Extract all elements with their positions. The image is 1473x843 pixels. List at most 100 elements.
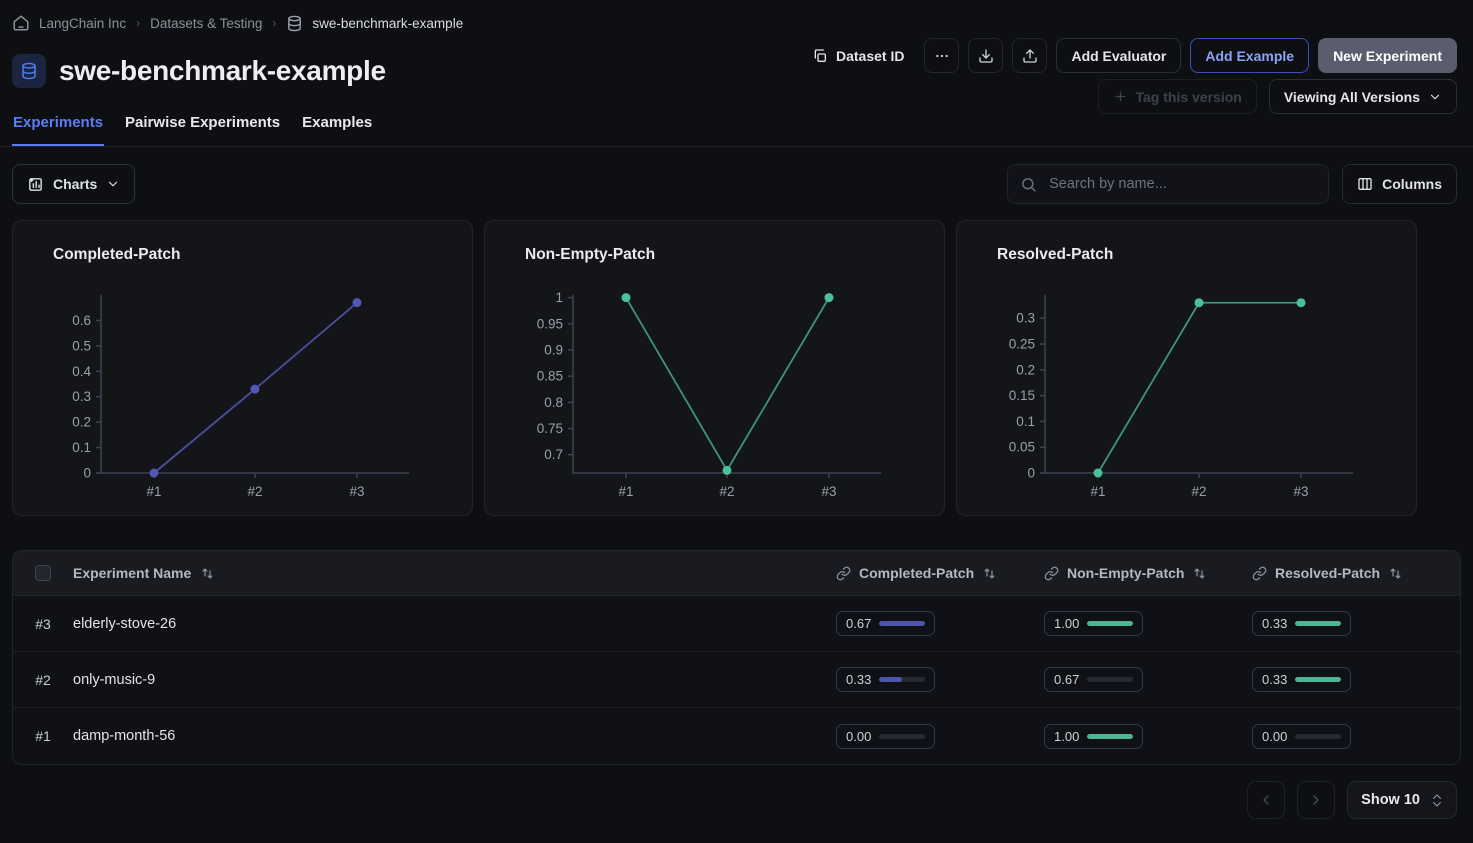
page-size-select[interactable]: Show 10 bbox=[1347, 781, 1457, 819]
download-button[interactable] bbox=[968, 38, 1003, 73]
sort-icon[interactable] bbox=[1192, 566, 1207, 581]
sort-icon[interactable] bbox=[200, 566, 215, 581]
metric-bar bbox=[1295, 677, 1341, 682]
data-point[interactable] bbox=[1195, 298, 1204, 307]
chart-plot: 00.050.10.150.20.250.3#1#2#3 bbox=[957, 221, 1416, 515]
metric-pill[interactable]: 0.67 bbox=[1044, 667, 1143, 692]
data-point[interactable] bbox=[353, 298, 362, 307]
svg-text:0.8: 0.8 bbox=[544, 395, 563, 410]
metric-value: 0.33 bbox=[846, 672, 871, 687]
column-non-empty-patch[interactable]: Non-Empty-Patch bbox=[1044, 565, 1252, 581]
metric-pill[interactable]: 0.00 bbox=[836, 724, 935, 749]
column-resolved-patch[interactable]: Resolved-Patch bbox=[1252, 565, 1460, 581]
table-row[interactable]: #2only-music-90.330.670.33 bbox=[13, 652, 1460, 708]
metric-value: 1.00 bbox=[1054, 616, 1079, 631]
svg-text:0.2: 0.2 bbox=[72, 415, 91, 430]
metric-bar bbox=[879, 734, 925, 739]
breadcrumb-org[interactable]: LangChain Inc bbox=[39, 16, 126, 31]
experiment-name-link[interactable]: only-music-9 bbox=[73, 672, 836, 688]
next-page-button[interactable] bbox=[1297, 781, 1335, 819]
metric-pill[interactable]: 1.00 bbox=[1044, 724, 1143, 749]
svg-text:0.95: 0.95 bbox=[537, 316, 563, 331]
data-point[interactable] bbox=[150, 469, 159, 478]
metric-value: 0.00 bbox=[846, 729, 871, 744]
svg-text:0.1: 0.1 bbox=[72, 440, 91, 455]
line-chart-svg: 00.10.20.30.40.50.6#1#2#3 bbox=[13, 221, 472, 515]
new-experiment-button[interactable]: New Experiment bbox=[1318, 38, 1457, 73]
breadcrumb-section[interactable]: Datasets & Testing bbox=[150, 16, 262, 31]
metric-value: 0.33 bbox=[1262, 672, 1287, 687]
data-point[interactable] bbox=[723, 466, 732, 475]
charts-dropdown-button[interactable]: Charts bbox=[12, 164, 135, 204]
metric-pill[interactable]: 0.33 bbox=[836, 667, 935, 692]
experiment-name-link[interactable]: elderly-stove-26 bbox=[73, 616, 836, 632]
data-point[interactable] bbox=[251, 385, 260, 394]
svg-text:#1: #1 bbox=[1090, 484, 1105, 499]
sort-icon[interactable] bbox=[1388, 566, 1403, 581]
svg-text:0.05: 0.05 bbox=[1009, 440, 1035, 455]
page-header: LangChain Inc › Datasets & Testing › swe… bbox=[0, 0, 1473, 147]
column-completed-patch[interactable]: Completed-Patch bbox=[836, 565, 1044, 581]
metric-pill[interactable]: 0.00 bbox=[1252, 724, 1351, 749]
svg-text:0.3: 0.3 bbox=[1016, 311, 1035, 326]
chevron-right-icon bbox=[1308, 792, 1324, 808]
search-icon bbox=[1020, 176, 1037, 193]
chevron-left-icon bbox=[1258, 792, 1274, 808]
versions-dropdown[interactable]: Viewing All Versions bbox=[1269, 79, 1457, 114]
chart-title: Resolved-Patch bbox=[997, 246, 1113, 264]
upload-button[interactable] bbox=[1012, 38, 1047, 73]
download-icon bbox=[978, 48, 994, 64]
experiments-table: Experiment Name Completed-Patch Non-Empt… bbox=[12, 550, 1461, 765]
svg-text:1: 1 bbox=[555, 290, 563, 305]
link-icon bbox=[1044, 566, 1059, 581]
table-body: #3elderly-stove-260.671.000.33#2only-mus… bbox=[13, 596, 1460, 764]
sort-icon[interactable] bbox=[982, 566, 997, 581]
metric-cell: 1.00 bbox=[1044, 724, 1252, 749]
tab-pairwise-experiments[interactable]: Pairwise Experiments bbox=[124, 114, 281, 146]
svg-text:0: 0 bbox=[1027, 466, 1035, 481]
metric-cell: 0.33 bbox=[1252, 611, 1460, 636]
tab-examples[interactable]: Examples bbox=[301, 114, 373, 146]
select-all-checkbox[interactable] bbox=[35, 565, 51, 581]
prev-page-button[interactable] bbox=[1247, 781, 1285, 819]
data-point[interactable] bbox=[1094, 469, 1103, 478]
breadcrumb-separator: › bbox=[272, 16, 276, 30]
metric-pill[interactable]: 0.33 bbox=[1252, 611, 1351, 636]
dataset-icon bbox=[12, 54, 46, 88]
columns-icon bbox=[1357, 176, 1373, 192]
column-experiment-name[interactable]: Experiment Name bbox=[73, 565, 836, 581]
search-input[interactable] bbox=[1047, 175, 1316, 193]
metric-value: 1.00 bbox=[1054, 729, 1079, 744]
link-icon bbox=[1252, 566, 1267, 581]
data-point[interactable] bbox=[1297, 298, 1306, 307]
page-title: swe-benchmark-example bbox=[59, 55, 386, 87]
chart-plot: 00.10.20.30.40.50.6#1#2#3 bbox=[13, 221, 472, 515]
columns-button[interactable]: Columns bbox=[1342, 164, 1457, 204]
data-point[interactable] bbox=[825, 293, 834, 302]
chart-card-completed-patch: Completed-Patch 00.10.20.30.40.50.6#1#2#… bbox=[12, 220, 473, 516]
experiment-name-link[interactable]: damp-month-56 bbox=[73, 728, 836, 744]
experiment-index: #1 bbox=[13, 728, 73, 744]
more-options-button[interactable] bbox=[924, 38, 959, 73]
tag-version-button[interactable]: Tag this version bbox=[1098, 79, 1257, 114]
svg-text:0.75: 0.75 bbox=[537, 421, 563, 436]
metric-cell: 0.33 bbox=[836, 667, 1044, 692]
stepper-icon bbox=[1431, 793, 1443, 808]
table-header: Experiment Name Completed-Patch Non-Empt… bbox=[13, 551, 1460, 596]
add-evaluator-button[interactable]: Add Evaluator bbox=[1056, 38, 1181, 73]
data-point[interactable] bbox=[622, 293, 631, 302]
table-row[interactable]: #1damp-month-56 0.00 1.00 0.00 bbox=[13, 708, 1460, 764]
tab-experiments[interactable]: Experiments bbox=[12, 114, 104, 146]
metric-pill[interactable]: 0.33 bbox=[1252, 667, 1351, 692]
metric-bar bbox=[879, 621, 925, 626]
chevron-down-icon bbox=[106, 177, 120, 191]
add-example-button[interactable]: Add Example bbox=[1190, 38, 1309, 73]
svg-text:#3: #3 bbox=[1293, 484, 1308, 499]
table-row[interactable]: #3elderly-stove-260.671.000.33 bbox=[13, 596, 1460, 652]
dataset-id-button[interactable]: Dataset ID bbox=[801, 38, 915, 73]
metric-pill[interactable]: 0.67 bbox=[836, 611, 935, 636]
svg-text:0.1: 0.1 bbox=[1016, 414, 1035, 429]
metric-pill[interactable]: 1.00 bbox=[1044, 611, 1143, 636]
home-icon[interactable] bbox=[12, 14, 30, 32]
version-controls: Tag this version Viewing All Versions bbox=[1098, 79, 1458, 114]
